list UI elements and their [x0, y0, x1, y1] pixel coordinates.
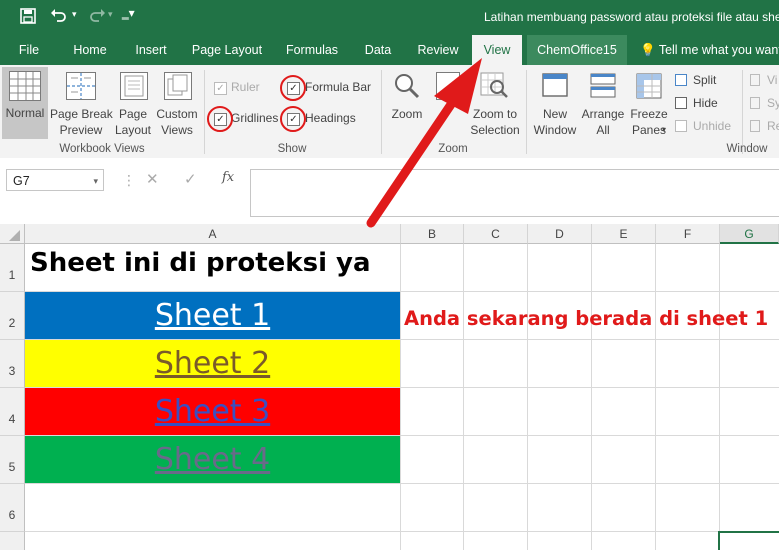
annotation-arrow	[366, 58, 482, 228]
